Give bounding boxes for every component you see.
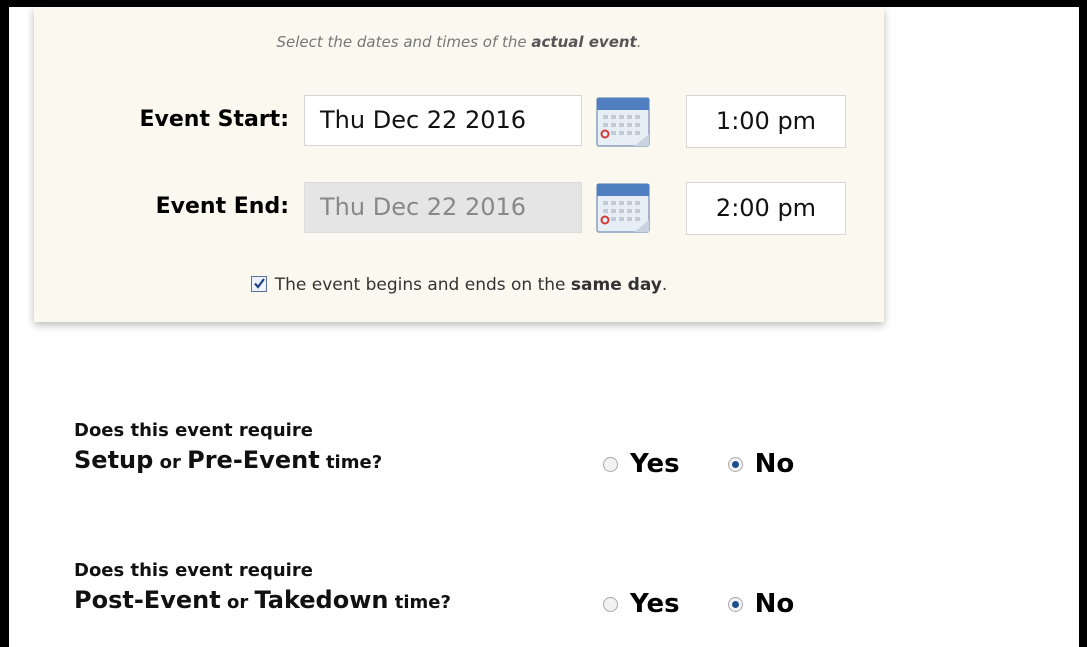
setup-term: Setup: [74, 446, 154, 474]
instruction-text: Select the dates and times of the: [276, 33, 527, 51]
checkmark-icon: [253, 278, 265, 289]
setup-question: Does this event require Setup or Pre-Eve…: [74, 420, 382, 474]
setup-tail: time?: [325, 452, 383, 473]
event-start-label: Event Start:: [139, 107, 290, 132]
event-end-time-input[interactable]: 2:00 pm: [686, 182, 846, 235]
setup-yes-option[interactable]: Yes: [603, 449, 680, 479]
setup-question-line2: Setup or Pre-Event time?: [74, 446, 382, 474]
post-event-term: Post-Event: [74, 586, 221, 614]
instruction-period: .: [636, 33, 642, 51]
takedown-yes-radio[interactable]: [603, 596, 618, 612]
pre-event-term: Pre-Event: [187, 446, 320, 474]
event-start-time-input[interactable]: 1:00 pm: [686, 95, 846, 148]
event-dates-panel: Select the dates and times of the actual…: [34, 7, 884, 322]
setup-or: or: [159, 452, 181, 473]
instruction-emphasis: actual event: [531, 33, 637, 51]
setup-no-label: No: [754, 449, 795, 479]
takedown-term: Takedown: [254, 586, 389, 614]
setup-yes-label: Yes: [630, 449, 680, 479]
takedown-question-line2: Post-Event or Takedown time?: [74, 586, 451, 614]
setup-radio-group: Yes No: [603, 449, 794, 479]
takedown-question-line1: Does this event require: [74, 560, 313, 581]
same-day-period: .: [661, 275, 668, 295]
event-end-date-input: Thu Dec 22 2016: [304, 182, 582, 233]
panel-instruction: Select the dates and times of the actual…: [34, 33, 884, 51]
same-day-text: The event begins and ends on the: [274, 275, 566, 295]
takedown-no-radio[interactable]: [727, 596, 743, 612]
takedown-yes-label: Yes: [630, 589, 680, 619]
event-end-calendar-button[interactable]: [594, 182, 651, 234]
setup-yes-radio[interactable]: [603, 456, 618, 472]
calendar-icon: [596, 183, 650, 233]
setup-no-radio[interactable]: [727, 456, 743, 472]
takedown-or: or: [226, 592, 249, 613]
takedown-no-option[interactable]: No: [727, 589, 795, 619]
takedown-no-label: No: [754, 589, 795, 619]
event-start-calendar-button[interactable]: [594, 96, 651, 148]
takedown-tail: time?: [394, 592, 451, 613]
same-day-emphasis: same day: [570, 275, 662, 295]
event-start-date-input[interactable]: Thu Dec 22 2016: [304, 95, 582, 146]
event-end-label: Event End:: [155, 194, 289, 219]
takedown-yes-option[interactable]: Yes: [603, 589, 680, 619]
page-frame: Select the dates and times of the actual…: [9, 7, 1079, 647]
takedown-question: Does this event require Post-Event or Ta…: [74, 560, 451, 614]
takedown-radio-group: Yes No: [603, 589, 794, 619]
calendar-icon: [596, 97, 650, 147]
setup-no-option[interactable]: No: [727, 449, 795, 479]
same-day-checkbox[interactable]: [250, 276, 267, 292]
setup-question-line1: Does this event require: [74, 420, 313, 441]
same-day-row: The event begins and ends on the same da…: [34, 275, 884, 295]
